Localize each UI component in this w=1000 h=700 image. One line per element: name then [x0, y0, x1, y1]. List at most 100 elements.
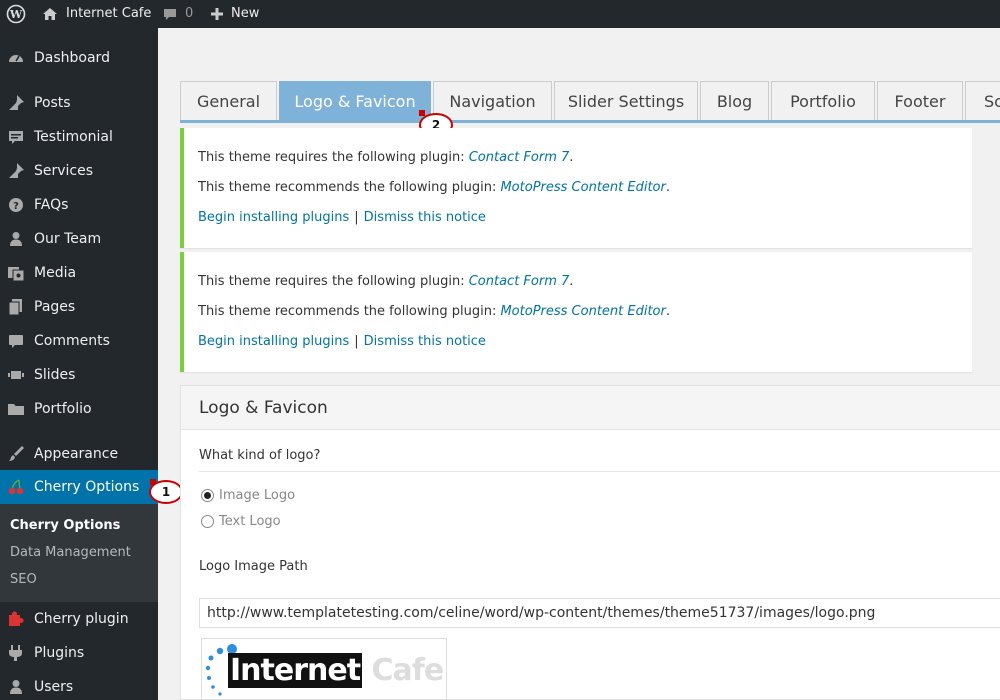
plugin-notice: This theme requires the following plugin… [180, 128, 972, 248]
logo-kind-label: What kind of logo? [199, 448, 321, 463]
panel-header: Logo & Favicon [181, 386, 1000, 430]
menu-item-pages[interactable]: Pages [0, 290, 158, 324]
plus-icon [210, 7, 224, 21]
logo-preview: Internet Cafe [201, 638, 447, 700]
notice-actions: Begin installing plugins | Dismiss this no… [198, 210, 486, 225]
admin-sidebar: Dashboard Posts Testimonial Services ? F… [0, 28, 158, 700]
plugin-link-motopress[interactable]: MotoPress Content Editor [500, 304, 665, 319]
new-label: New [231, 6, 260, 21]
menu-item-comments[interactable]: Comments [0, 324, 158, 358]
menu-item-slides[interactable]: Slides [0, 358, 158, 392]
menu-label: Cherry plugin [34, 611, 129, 627]
image-logo-label[interactable]: Image Logo [219, 488, 295, 503]
cherry-options-submenu: Cherry Options Data Management SEO [0, 504, 158, 602]
divider [199, 471, 1000, 472]
plugin-link-motopress[interactable]: MotoPress Content Editor [500, 180, 665, 195]
comment-icon [7, 128, 25, 146]
image-logo-radio[interactable] [201, 489, 214, 502]
notice-text: This theme requires the following plugin… [198, 274, 469, 289]
notice-period: . [665, 180, 670, 195]
admin-bar: W Internet Cafe 0 New [0, 0, 1000, 28]
user-icon [7, 230, 25, 248]
notice-recommends-line: This theme recommends the following plug… [198, 180, 670, 195]
pages-icon [7, 298, 25, 316]
dismiss-notice-link[interactable]: Dismiss this notice [364, 334, 486, 349]
panel-title: Logo & Favicon [199, 398, 328, 418]
notice-period: . [665, 304, 670, 319]
tab-navigation[interactable]: Navigation [433, 81, 552, 121]
text-logo-label[interactable]: Text Logo [219, 514, 281, 529]
site-name: Internet Cafe [66, 6, 152, 21]
menu-label: Appearance [34, 446, 119, 462]
notice-text: This theme recommends the following plug… [198, 304, 501, 319]
menu-label: Comments [34, 333, 110, 349]
submenu-cherry-options[interactable]: Cherry Options [10, 518, 120, 533]
menu-item-faqs[interactable]: ? FAQs [0, 188, 158, 222]
pin-icon [7, 94, 25, 112]
tab-slider-settings[interactable]: Slider Settings [554, 81, 698, 121]
menu-item-services[interactable]: Services [0, 154, 158, 188]
folder-icon [7, 400, 25, 418]
menu-label: Users [34, 679, 74, 695]
plugin-link-contact-form[interactable]: Contact Form 7 [469, 274, 570, 289]
menu-item-plugins[interactable]: Plugins [0, 636, 158, 670]
wordpress-logo-icon[interactable]: W [6, 0, 26, 28]
tab-logo-favicon[interactable]: Logo & Favicon [279, 81, 431, 121]
tab-underline [180, 120, 1000, 123]
svg-text:W: W [9, 8, 23, 21]
menu-item-cherry-plugin[interactable]: Cherry plugin [0, 602, 158, 636]
menu-label: Testimonial [34, 129, 113, 145]
dashboard-icon [7, 49, 25, 67]
callout-1: 1 [149, 480, 183, 504]
tab-blog[interactable]: Blog [700, 81, 769, 121]
tab-sc[interactable]: Sc [965, 81, 1000, 121]
tab-footer[interactable]: Footer [877, 81, 963, 121]
menu-item-posts[interactable]: Posts [0, 86, 158, 120]
comment-icon [162, 6, 178, 22]
separator: | [354, 210, 359, 225]
logo-path-input[interactable] [199, 598, 1000, 628]
menu-item-portfolio[interactable]: Portfolio [0, 392, 158, 426]
menu-item-dashboard[interactable]: Dashboard [0, 41, 158, 75]
help-icon: ? [7, 196, 25, 214]
brush-icon [7, 445, 25, 463]
logo-path-label: Logo Image Path [199, 559, 308, 574]
new-content-link[interactable]: New [210, 0, 259, 28]
menu-item-users[interactable]: Users [0, 670, 158, 700]
menu-label: Dashboard [34, 50, 110, 66]
logo-favicon-panel: Logo & Favicon What kind of logo? Image … [180, 385, 1000, 700]
menu-label: Services [34, 163, 94, 179]
menu-label: Our Team [34, 231, 102, 247]
comments-count: 0 [185, 6, 194, 21]
submenu-seo[interactable]: SEO [10, 572, 37, 587]
slides-icon [7, 366, 25, 384]
menu-item-appearance[interactable]: Appearance [0, 437, 158, 471]
plugin-link-contact-form[interactable]: Contact Form 7 [469, 150, 570, 165]
submenu-data-management[interactable]: Data Management [10, 545, 131, 560]
notice-actions: Begin installing plugins | Dismiss this no… [198, 334, 486, 349]
menu-item-media[interactable]: Media [0, 256, 158, 290]
begin-installing-link[interactable]: Begin installing plugins [198, 210, 349, 225]
logo-preview-text: Internet Cafe [228, 653, 445, 688]
tab-portfolio[interactable]: Portfolio [771, 81, 875, 121]
site-home-link[interactable]: Internet Cafe [42, 0, 151, 28]
menu-item-cherry-options[interactable]: Cherry Options [0, 470, 158, 504]
tab-general[interactable]: General [180, 81, 277, 121]
dismiss-notice-link[interactable]: Dismiss this notice [364, 210, 486, 225]
notice-requires-line: This theme requires the following plugin… [198, 274, 573, 289]
menu-label: Plugins [34, 645, 85, 661]
comments-link[interactable]: 0 [162, 0, 193, 28]
notice-recommends-line: This theme recommends the following plug… [198, 304, 670, 319]
svg-text:?: ? [13, 201, 19, 212]
comment-icon [7, 332, 25, 350]
menu-item-testimonial[interactable]: Testimonial [0, 120, 158, 154]
notice-period: . [569, 150, 574, 165]
logo-text-light: Cafe [371, 653, 445, 688]
menu-label: Media [34, 265, 77, 281]
menu-item-our-team[interactable]: Our Team [0, 222, 158, 256]
media-icon [7, 264, 25, 282]
begin-installing-link[interactable]: Begin installing plugins [198, 334, 349, 349]
text-logo-radio[interactable] [201, 515, 214, 528]
separator: | [354, 334, 359, 349]
notice-requires-line: This theme requires the following plugin… [198, 150, 573, 165]
